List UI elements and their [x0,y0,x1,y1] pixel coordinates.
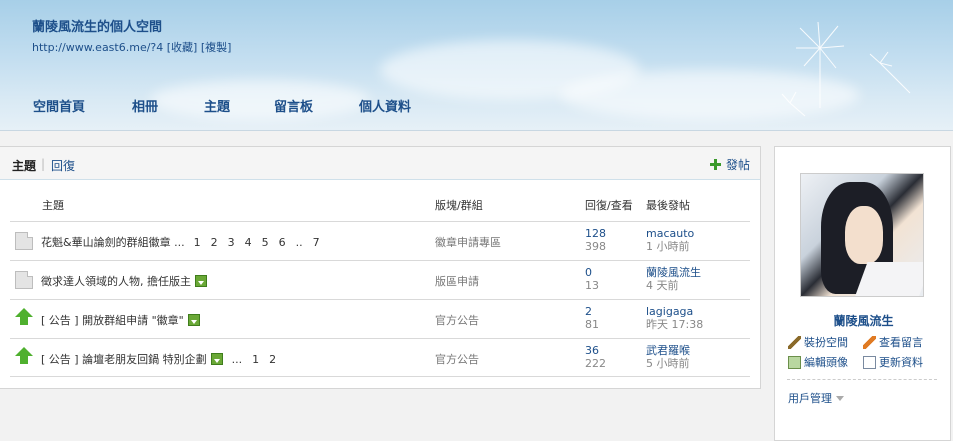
reply-count[interactable]: 128 [585,227,606,240]
view-count: 13 [585,279,599,292]
last-post-time[interactable]: 4 天前 [646,279,701,292]
tab-separator: | [41,157,46,171]
update-profile-label: 更新資料 [879,356,923,369]
nav-home[interactable]: 空間首頁 [33,96,85,115]
post-new-button[interactable]: 發帖 [709,156,750,173]
page-link[interactable]: 7 [313,236,320,249]
image-attachment-icon [187,314,200,326]
reply-count[interactable]: 36 [585,344,606,357]
table-row: [ 公告 ] 開放群組申請 "徽章" 官方公告 2 81 lagigaga 昨天 1… [10,299,750,338]
view-messages-link[interactable]: 查看留言 [863,334,923,350]
site-title[interactable]: 蘭陵風流生的個人空間 [32,16,162,35]
user-manage-menu[interactable]: 用戶管理 [788,390,844,406]
page-link[interactable]: 5 [262,236,269,249]
profile-card-icon [863,355,876,369]
sidebar-divider [787,379,937,380]
topic-title[interactable]: [ 公告 ] 論壇老朋友回鍋 特別企劃 [41,351,207,367]
profile-username[interactable]: 蘭陵風流生 [775,312,952,329]
decorate-space-link[interactable]: 裝扮空間 [788,334,848,350]
site-url-line: http://www.east6.me/?4 [收藏] [複製] [32,39,231,55]
nav-profile[interactable]: 個人資料 [359,96,411,115]
reply-count[interactable]: 0 [585,266,599,279]
decorate-space-label: 裝扮空間 [804,336,848,349]
view-count: 81 [585,318,599,331]
edit-avatar-label: 編輯頭像 [804,356,848,369]
nav-topics[interactable]: 主題 [204,96,230,115]
forum-link[interactable]: 官方公告 [435,312,479,328]
pinned-arrow-icon [15,308,33,325]
avatar[interactable] [800,173,924,297]
document-icon [15,232,33,250]
forum-link[interactable]: 徽章申請專區 [435,234,501,250]
col-last-post: 最後發帖 [646,199,690,212]
photo-icon [788,355,801,369]
page-link[interactable]: 6 [279,236,286,249]
image-attachment-icon [195,275,207,287]
topic-tabs: 主題 | 回復 發帖 [0,147,760,180]
page-ellipsis: .. [295,235,303,249]
reply-count[interactable]: 2 [585,305,599,318]
pinned-arrow-icon [15,347,33,364]
col-forum: 版塊/群組 [435,199,483,212]
last-post-time[interactable]: 1 小時前 [646,240,694,253]
col-replies-views: 回復/查看 [585,199,633,212]
plus-icon [709,159,721,170]
table-row: 徵求達人領域的人物, 擔任版主 版區申請 0 13 蘭陵風流生 4 天前 [10,260,750,299]
update-profile-link[interactable]: 更新資料 [863,354,923,370]
pencil-icon [863,335,876,349]
last-poster[interactable]: 蘭陵風流生 [646,266,701,279]
page-link[interactable]: 2 [269,353,276,366]
view-count: 222 [585,357,606,370]
last-post-time[interactable]: 昨天 17:38 [646,318,703,331]
wand-icon [788,335,801,349]
last-poster[interactable]: macauto [646,227,694,240]
user-manage-label: 用戶管理 [788,392,832,405]
tab-replies[interactable]: 回復 [51,157,75,174]
topic-panel: 主題 | 回復 發帖 主題 版塊/群組 回復/查看 最後發帖 花魁&華山論劍的群… [0,146,761,389]
nav-guestbook[interactable]: 留言板 [274,96,313,115]
page-link[interactable]: 1 [252,353,259,366]
page-links: ... 1 2 [227,353,282,366]
page-ellipsis: ... [231,352,243,366]
post-new-label: 發帖 [725,158,750,172]
profile-sidebar: 蘭陵風流生 裝扮空間 查看留言 編輯頭像 更新資料 用戶管理 [774,146,951,441]
forum-link[interactable]: 官方公告 [435,351,479,367]
topic-title[interactable]: [ 公告 ] 開放群組申請 "徽章" [41,312,184,328]
view-messages-label: 查看留言 [879,336,923,349]
edit-avatar-link[interactable]: 編輯頭像 [788,354,848,370]
page-link[interactable]: 3 [228,236,235,249]
last-poster[interactable]: lagigaga [646,305,703,318]
forum-link[interactable]: 版區申請 [435,273,479,289]
topic-title[interactable]: 徵求達人領域的人物, 擔任版主 [41,273,191,289]
topic-title[interactable]: 花魁&華山論劍的群組徽章 ... [41,234,185,250]
chevron-down-icon [836,395,844,401]
document-icon [15,271,33,289]
page-link[interactable]: 1 [194,236,201,249]
nav-album[interactable]: 相冊 [132,96,158,115]
space-header: 蘭陵風流生的個人空間 http://www.east6.me/?4 [收藏] [… [0,0,953,131]
page-links: 1 2 3 4 5 6.. 7 [189,236,325,249]
page-link[interactable]: 4 [245,236,252,249]
column-headers: 主題 版塊/群組 回復/查看 最後發帖 [0,180,760,221]
image-attachment-icon [210,353,223,365]
dandelion-decoration [781,21,911,117]
table-row: 花魁&華山論劍的群組徽章 ... 1 2 3 4 5 6.. 7 徽章申請專區 128 398… [10,221,750,260]
col-topic: 主題 [42,199,64,212]
tab-topics[interactable]: 主題 [12,157,36,174]
bookmark-link[interactable]: [收藏] [167,41,198,54]
table-row: [ 公告 ] 論壇老朋友回鍋 特別企劃 ... 1 2 官方公告 36 222 武君羅… [10,338,750,377]
last-poster[interactable]: 武君羅喉 [646,344,690,357]
site-url[interactable]: http://www.east6.me/?4 [32,41,163,54]
copy-link[interactable]: [複製] [201,41,232,54]
last-post-time[interactable]: 5 小時前 [646,357,690,370]
page-link[interactable]: 2 [211,236,218,249]
view-count: 398 [585,240,606,253]
